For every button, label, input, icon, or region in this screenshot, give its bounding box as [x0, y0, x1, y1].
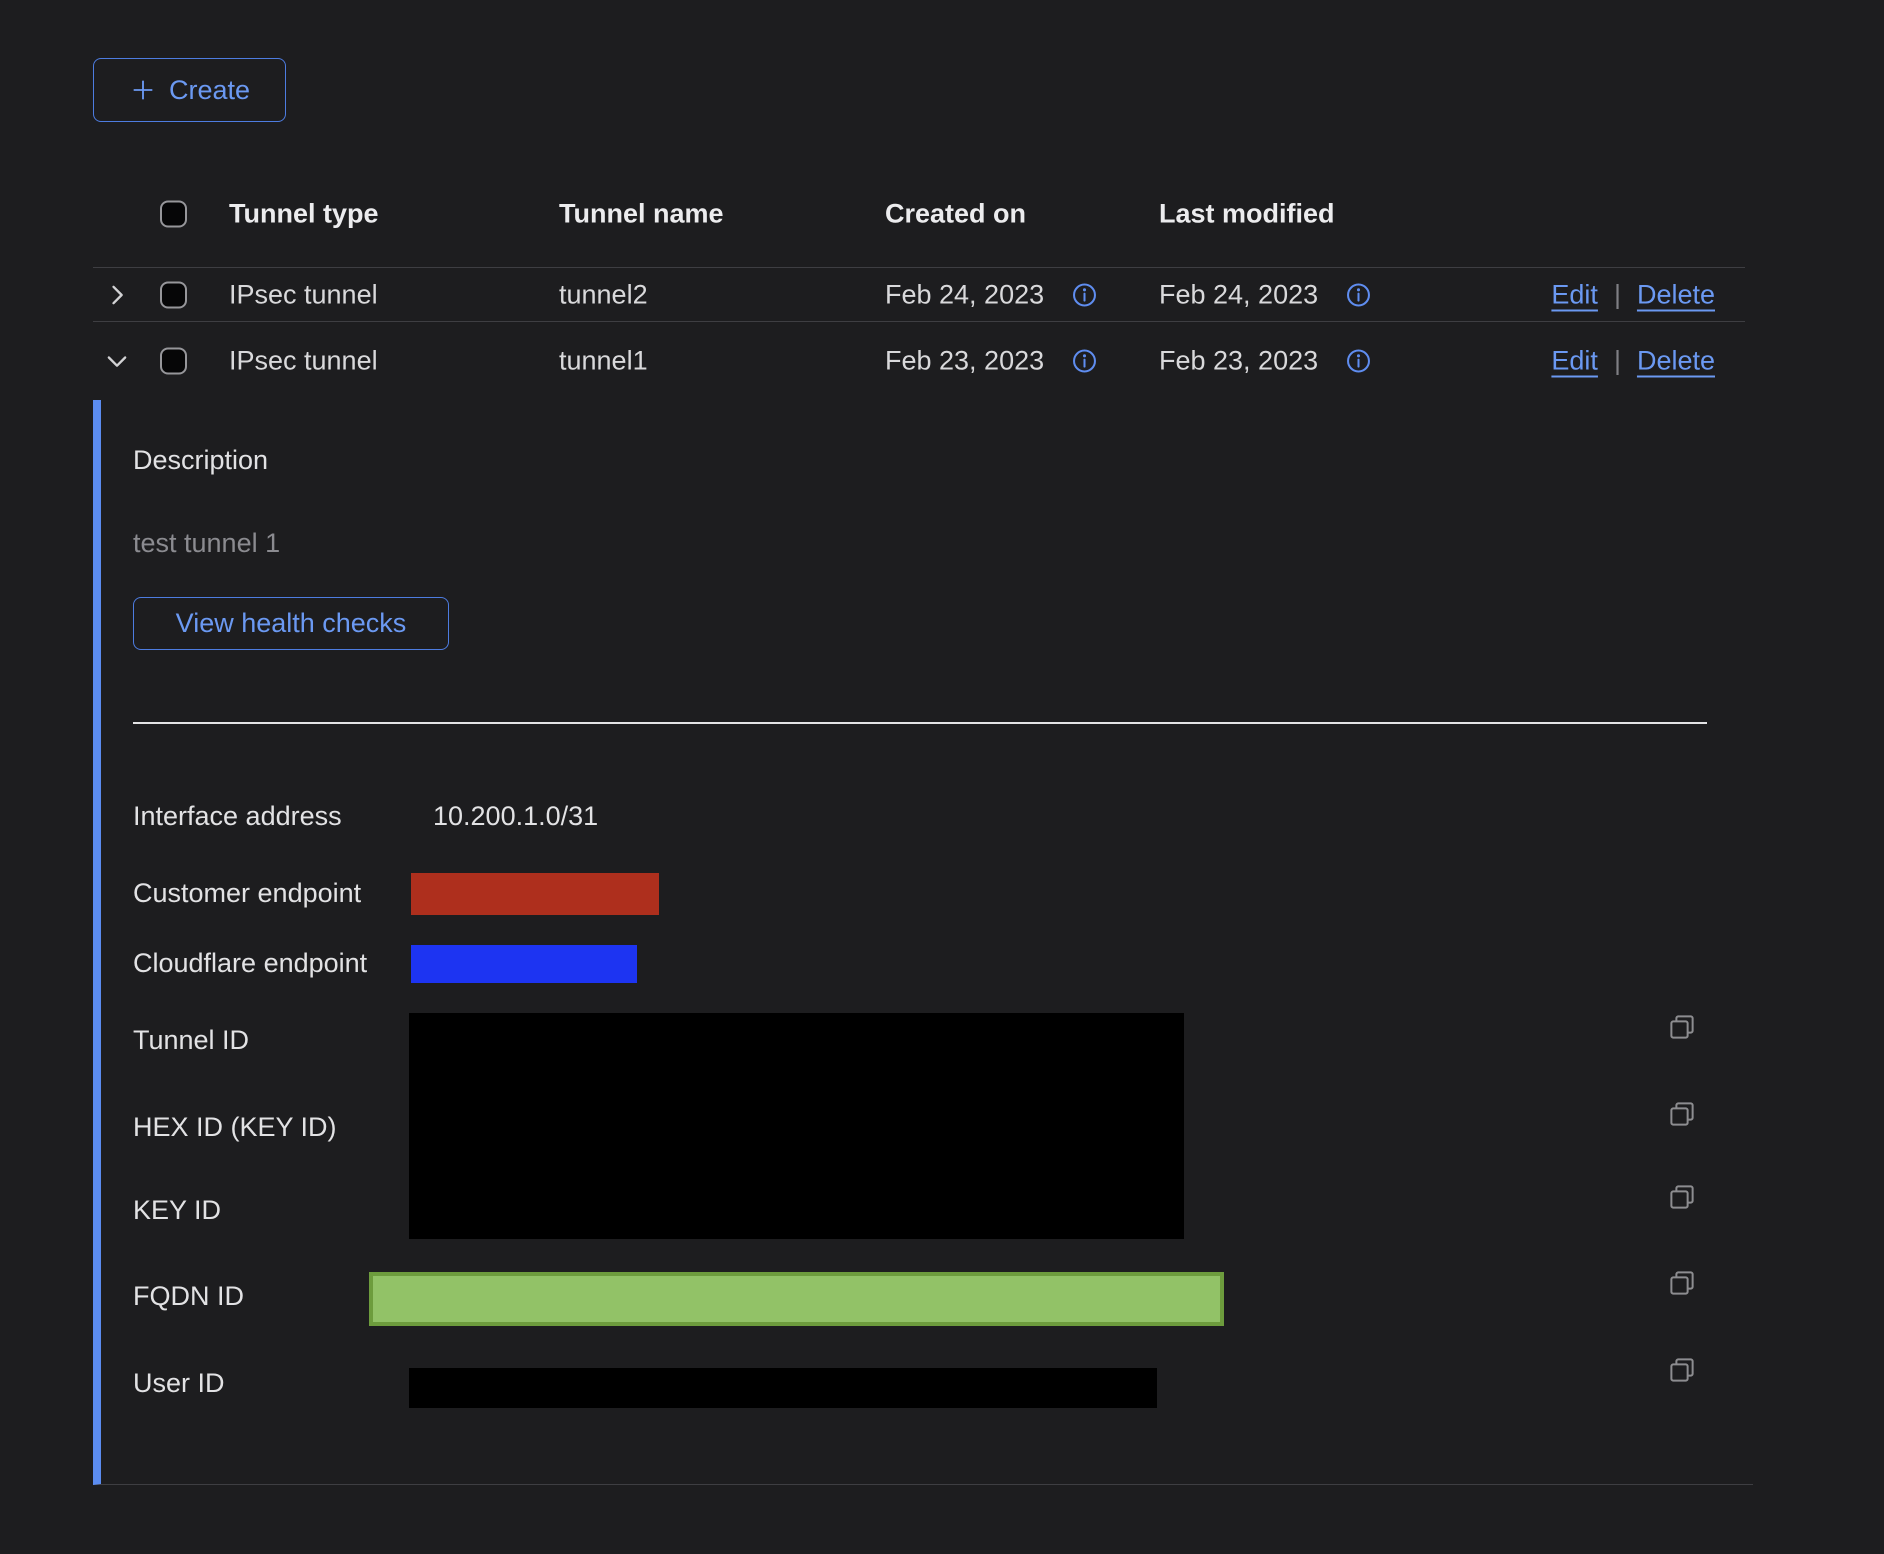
ids-redacted-value — [409, 1013, 1184, 1239]
created-on-cell: Feb 24, 2023 — [885, 279, 1044, 310]
table-row: IPsec tunnel tunnel2 Feb 24, 2023 Feb 24… — [93, 268, 1745, 322]
cloudflare-endpoint-redacted-value — [411, 945, 637, 983]
copy-user-id-icon[interactable] — [1667, 1355, 1697, 1385]
tunnel-id-label: Tunnel ID — [133, 1024, 249, 1056]
fqdn-id-label: FQDN ID — [133, 1280, 244, 1312]
tunnel-name-cell: tunnel1 — [559, 346, 648, 377]
tunnel-name-cell: tunnel2 — [559, 279, 648, 310]
copy-key-id-icon[interactable] — [1667, 1182, 1697, 1212]
row-checkbox[interactable] — [160, 348, 187, 375]
row-actions: Edit | Delete — [1551, 279, 1715, 310]
copy-fqdn-id-icon[interactable] — [1667, 1268, 1697, 1298]
header-last-modified: Last modified — [1159, 198, 1335, 229]
plus-icon — [129, 76, 157, 104]
action-separator: | — [1614, 346, 1621, 377]
delete-link[interactable]: Delete — [1637, 346, 1715, 377]
last-modified-cell: Feb 23, 2023 — [1159, 346, 1318, 377]
view-health-checks-button[interactable]: View health checks — [133, 597, 449, 650]
row-actions: Edit | Delete — [1551, 346, 1715, 377]
header-tunnel-name: Tunnel name — [559, 198, 724, 229]
description-value: test tunnel 1 — [133, 527, 280, 559]
edit-link[interactable]: Edit — [1551, 346, 1598, 377]
header-created-on: Created on — [885, 198, 1026, 229]
hex-id-label: HEX ID (KEY ID) — [133, 1111, 337, 1143]
interface-address-label: Interface address — [133, 800, 342, 832]
create-button[interactable]: Create — [93, 58, 286, 122]
tunnel-type-cell: IPsec tunnel — [229, 346, 378, 377]
table-row: IPsec tunnel tunnel1 Feb 23, 2023 Feb 23… — [93, 322, 1745, 400]
user-id-label: User ID — [133, 1367, 225, 1399]
tunnel-detail-panel: Description test tunnel 1 View health ch… — [93, 400, 1753, 1485]
section-divider — [133, 722, 1707, 724]
edit-link[interactable]: Edit — [1551, 279, 1598, 310]
description-label: Description — [133, 444, 268, 476]
chevron-right-icon[interactable] — [103, 281, 131, 309]
delete-link[interactable]: Delete — [1637, 279, 1715, 310]
copy-hex-id-icon[interactable] — [1667, 1099, 1697, 1129]
customer-endpoint-redacted-value — [411, 873, 659, 915]
created-on-cell: Feb 23, 2023 — [885, 346, 1044, 377]
info-icon[interactable] — [1345, 281, 1372, 308]
select-all-checkbox[interactable] — [160, 200, 187, 227]
chevron-down-icon[interactable] — [103, 347, 131, 375]
fqdn-id-redacted-value — [369, 1272, 1224, 1326]
action-separator: | — [1614, 279, 1621, 310]
table-header-row: Tunnel type Tunnel name Created on Last … — [93, 160, 1745, 268]
tunnel-type-cell: IPsec tunnel — [229, 279, 378, 310]
key-id-label: KEY ID — [133, 1194, 221, 1226]
tunnels-page: Create Tunnel type Tunnel name Created o… — [0, 0, 1884, 1554]
cloudflare-endpoint-label: Cloudflare endpoint — [133, 947, 367, 979]
last-modified-cell: Feb 24, 2023 — [1159, 279, 1318, 310]
interface-address-value: 10.200.1.0/31 — [433, 800, 598, 832]
info-icon[interactable] — [1345, 348, 1372, 375]
info-icon[interactable] — [1071, 281, 1098, 308]
customer-endpoint-label: Customer endpoint — [133, 877, 361, 909]
user-id-redacted-value — [409, 1368, 1157, 1408]
copy-tunnel-id-icon[interactable] — [1667, 1012, 1697, 1042]
create-button-label: Create — [169, 75, 250, 106]
row-checkbox[interactable] — [160, 281, 187, 308]
info-icon[interactable] — [1071, 348, 1098, 375]
header-tunnel-type: Tunnel type — [229, 198, 379, 229]
